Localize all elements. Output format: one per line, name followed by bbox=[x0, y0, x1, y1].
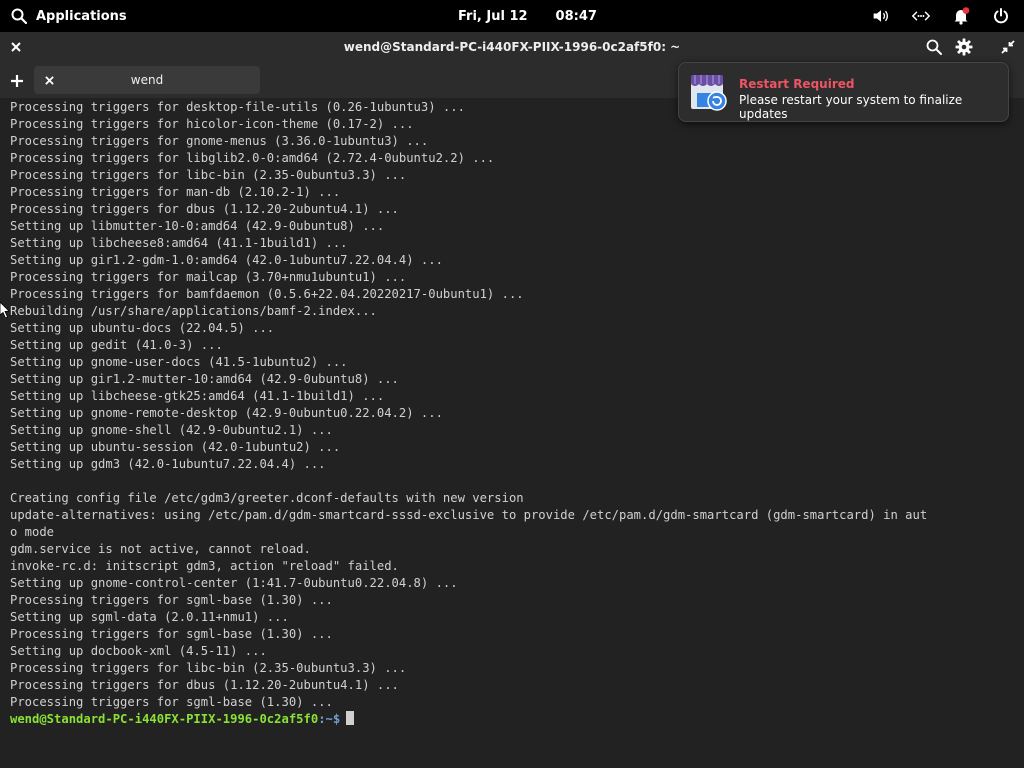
terminal-line: Setting up gnome-user-docs (41.5-1ubuntu… bbox=[10, 355, 348, 369]
terminal-line: Setting up libcheese-gtk25:amd64 (41.1-1… bbox=[10, 389, 385, 403]
terminal-line: Setting up gnome-control-center (1:41.7-… bbox=[10, 576, 458, 590]
notification-body: Please restart your system to finalize u… bbox=[739, 93, 963, 121]
prompt-user: wend@Standard-PC-i440FX-PIIX-1996-0c2af5… bbox=[10, 712, 319, 726]
restart-notification[interactable]: Restart Required Please restart your sys… bbox=[678, 62, 1009, 122]
terminal-line: Setting up ubuntu-docs (22.04.5) ... bbox=[10, 321, 275, 335]
terminal-line: Setting up gnome-shell (42.9-0ubuntu2.1)… bbox=[10, 423, 333, 437]
notification-title: Restart Required bbox=[739, 77, 855, 91]
power-icon[interactable] bbox=[992, 7, 1010, 25]
terminal-cursor bbox=[346, 711, 355, 725]
terminal-line: Processing triggers for libglib2.0-0:amd… bbox=[10, 151, 495, 165]
settings-button[interactable] bbox=[954, 37, 974, 57]
terminal-line: Processing triggers for bamfdaemon (0.5.… bbox=[10, 287, 524, 301]
notification-bell-icon[interactable] bbox=[952, 7, 970, 25]
unmaximize-icon bbox=[1001, 40, 1015, 54]
terminal-line: o mode bbox=[10, 525, 55, 539]
applications-label: Applications bbox=[36, 8, 127, 24]
top-bar: Applications Fri, Jul 12 08:47 bbox=[0, 0, 1024, 32]
terminal-line: Processing triggers for libc-bin (2.35-0… bbox=[10, 661, 407, 675]
terminal-line: Processing triggers for sgml-base (1.30)… bbox=[10, 593, 333, 607]
terminal-line: Processing triggers for gnome-menus (3.3… bbox=[10, 134, 429, 148]
network-icon[interactable] bbox=[912, 7, 930, 25]
terminal-line: Setting up gir1.2-mutter-10:amd64 (42.9-… bbox=[10, 372, 399, 386]
terminal-line: Rebuilding /usr/share/applications/bamf-… bbox=[10, 304, 377, 318]
terminal-line: Setting up ubuntu-session (42.0-1ubuntu2… bbox=[10, 440, 341, 454]
applications-menu[interactable]: Applications bbox=[10, 0, 127, 32]
terminal-output[interactable]: Processing triggers for desktop-file-uti… bbox=[10, 99, 1014, 728]
terminal-line: Processing triggers for sgml-base (1.30)… bbox=[10, 695, 333, 709]
restore-window-button[interactable] bbox=[998, 37, 1018, 57]
date-label: Fri, Jul 12 bbox=[458, 8, 528, 24]
terminal-line: Setting up libmutter-10-0:amd64 (42.9-0u… bbox=[10, 219, 385, 233]
tab-wend[interactable]: wend bbox=[34, 66, 260, 94]
terminal-line: invoke-rc.d: initscript gdm3, action "re… bbox=[10, 559, 399, 573]
terminal-line: Processing triggers for dbus (1.12.20-2u… bbox=[10, 202, 399, 216]
search-icon bbox=[926, 39, 942, 55]
mouse-pointer-icon bbox=[0, 302, 10, 318]
system-tray bbox=[872, 0, 1010, 32]
terminal-line: Processing triggers for man-db (2.10.2-1… bbox=[10, 185, 341, 199]
software-update-icon bbox=[691, 75, 727, 111]
search-button[interactable] bbox=[924, 37, 944, 57]
terminal-line: gdm.service is not active, cannot reload… bbox=[10, 542, 311, 556]
plus-icon bbox=[11, 75, 23, 87]
window-title: wend@Standard-PC-i440FX-PIIX-1996-0c2af5… bbox=[343, 40, 681, 54]
terminal-prompt[interactable]: wend@Standard-PC-i440FX-PIIX-1996-0c2af5… bbox=[10, 711, 1014, 728]
terminal-line: Setting up gir1.2-gdm-1.0:amd64 (42.0-1u… bbox=[10, 253, 443, 267]
terminal-line: Processing triggers for libc-bin (2.35-0… bbox=[10, 168, 407, 182]
terminal-line: Setting up gedit (41.0-3) ... bbox=[10, 338, 223, 352]
prompt-path: :~$ bbox=[318, 712, 341, 726]
new-tab-button[interactable] bbox=[6, 70, 28, 92]
time-label: 08:47 bbox=[555, 8, 597, 24]
terminal-line: Processing triggers for mailcap (3.70+nm… bbox=[10, 270, 407, 284]
window-title-bar[interactable]: wend@Standard-PC-i440FX-PIIX-1996-0c2af5… bbox=[0, 32, 1024, 62]
terminal-line: Setting up gnome-remote-desktop (42.9-0u… bbox=[10, 406, 443, 420]
terminal-line: Creating config file /etc/gdm3/greeter.d… bbox=[10, 491, 524, 505]
gear-icon bbox=[955, 38, 973, 56]
tab-label: wend bbox=[130, 73, 164, 87]
volume-icon[interactable] bbox=[872, 7, 890, 25]
terminal-line: Processing triggers for sgml-base (1.30)… bbox=[10, 627, 333, 641]
clock[interactable]: Fri, Jul 12 08:47 bbox=[458, 0, 597, 32]
terminal-line: Setting up libcheese8:amd64 (41.1-1build… bbox=[10, 236, 348, 250]
terminal-line: Setting up docbook-xml (4.5-11) ... bbox=[10, 644, 267, 658]
search-icon bbox=[10, 7, 28, 25]
terminal-line: Processing triggers for dbus (1.12.20-2u… bbox=[10, 678, 399, 692]
terminal-line: Setting up sgml-data (2.0.11+nmu1) ... bbox=[10, 610, 289, 624]
terminal-line: update-alternatives: using /etc/pam.d/gd… bbox=[10, 508, 928, 522]
terminal-line: Setting up gdm3 (42.0-1ubuntu7.22.04.4) … bbox=[10, 457, 326, 471]
